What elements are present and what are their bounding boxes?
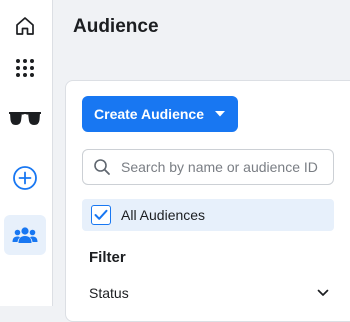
audience-panel: Create Audience All Audiences Filte	[65, 80, 350, 322]
apps-grid-icon	[15, 58, 35, 78]
account-avatar-button[interactable]	[4, 99, 46, 139]
create-audience-label: Create Audience	[94, 106, 204, 122]
home-icon	[14, 15, 36, 37]
search-icon	[93, 158, 111, 176]
apps-menu-button[interactable]	[4, 48, 46, 88]
checkmark-icon	[94, 209, 108, 220]
chevron-down-icon	[317, 289, 329, 297]
all-audiences-label: All Audiences	[121, 207, 206, 223]
search-input[interactable]	[119, 158, 333, 176]
chevron-down-icon	[214, 110, 226, 118]
home-button[interactable]	[4, 6, 46, 46]
audience-people-icon	[12, 225, 38, 245]
filter-heading: Filter	[89, 249, 126, 266]
main-content: Audience Create Audience All A	[53, 0, 350, 322]
audience-nav-button[interactable]	[4, 215, 46, 255]
sunglasses-icon	[8, 110, 42, 128]
status-filter-label: Status	[89, 285, 129, 301]
page-title: Audience	[73, 16, 159, 37]
status-filter-toggle[interactable]: Status	[89, 283, 329, 303]
create-audience-button[interactable]: Create Audience	[82, 96, 238, 132]
left-nav-rail	[0, 0, 53, 306]
plus-circle-icon	[12, 165, 38, 191]
all-audiences-option[interactable]: All Audiences	[82, 199, 334, 231]
all-audiences-checkbox[interactable]	[91, 205, 111, 225]
search-box	[82, 149, 334, 185]
create-new-button[interactable]	[4, 158, 46, 198]
